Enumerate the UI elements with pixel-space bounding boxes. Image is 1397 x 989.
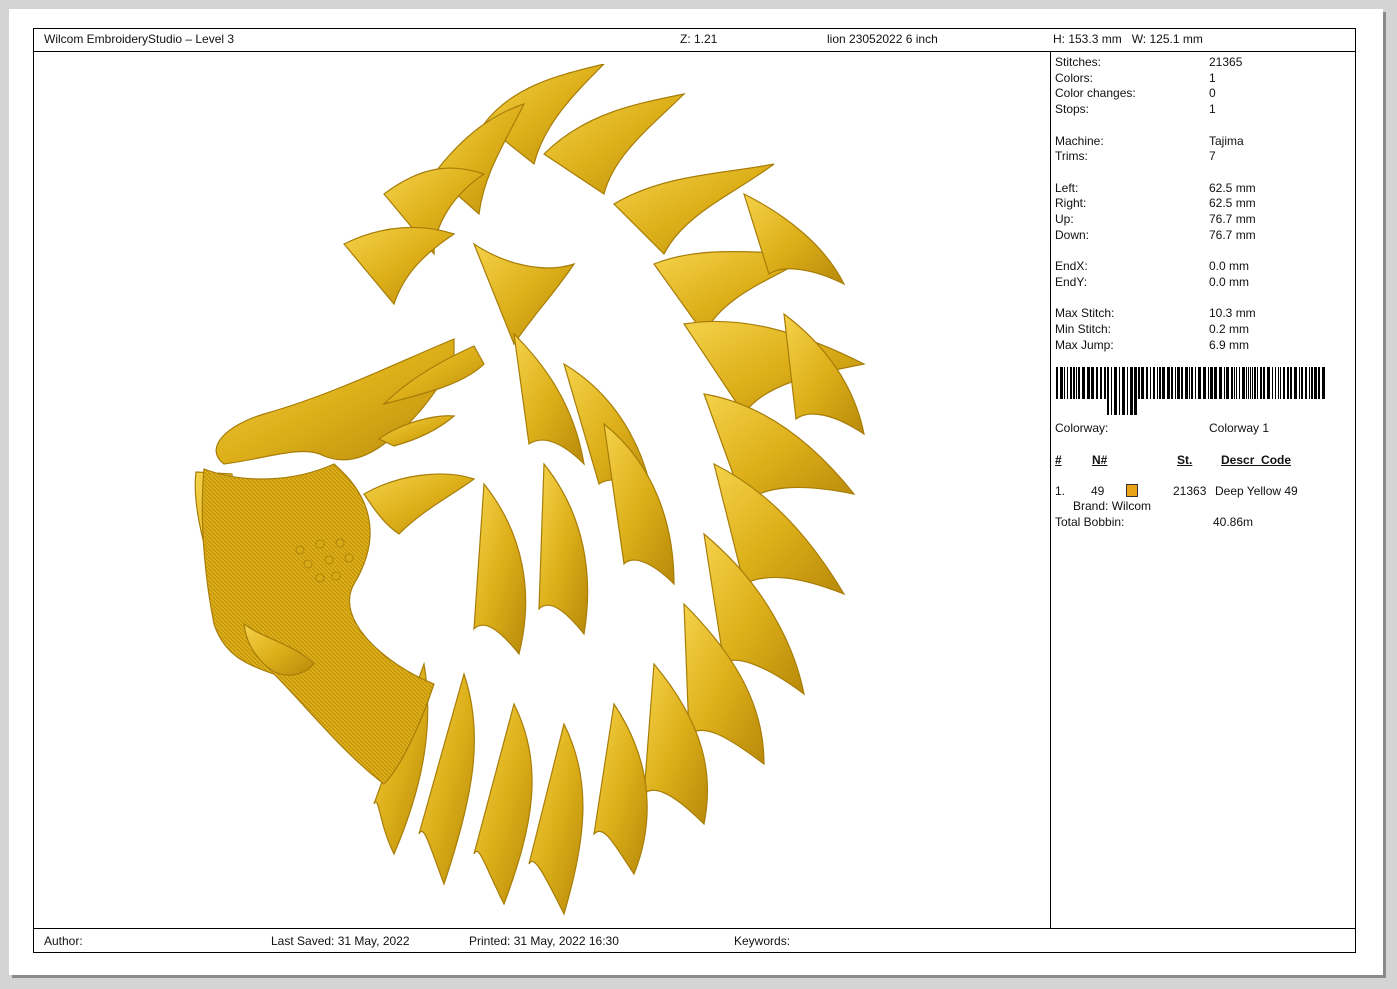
stat-label: EndY: [1055, 274, 1088, 289]
footer-divider [34, 928, 1355, 929]
total-bobbin-label: Total Bobbin: [1055, 515, 1125, 529]
mane-flame [472, 242, 576, 346]
stat-label: Up: [1055, 212, 1074, 226]
color-row-descr: Deep Yellow 49 [1215, 484, 1298, 498]
stat-value: 62.5 mm [1209, 196, 1256, 211]
mane-flame [513, 332, 585, 466]
report-frame: Wilcom EmbroideryStudio – Level 3 Z: 1.2… [33, 28, 1356, 953]
stat-label: Left: [1055, 180, 1079, 195]
footer-author: Author: [44, 934, 83, 948]
mane-flame [343, 226, 456, 306]
mane-flame [603, 422, 675, 586]
stat-value: 0.0 mm [1209, 274, 1250, 289]
col-header-stitches: St. [1177, 453, 1193, 467]
col-header-needle: N# [1092, 453, 1108, 467]
mane-flame [543, 93, 686, 195]
stat-label: Down: [1055, 227, 1090, 242]
stat-value: 21365 [1209, 55, 1243, 69]
col-header-descr: Descr_Code [1221, 453, 1292, 467]
stat-value: 76.7 mm [1209, 227, 1256, 242]
panel-divider [1050, 51, 1051, 928]
stat-value: 62.5 mm [1209, 180, 1256, 195]
footer-last-saved: Last Saved: 31 May, 2022 [271, 934, 410, 948]
thread-color-swatch [1126, 484, 1138, 497]
mane-flame [473, 702, 533, 906]
stat-value: 1 [1209, 70, 1216, 85]
lion-head-embroidery [194, 64, 866, 916]
stat-label: Colors: [1055, 70, 1094, 85]
col-header-num: # [1055, 453, 1062, 467]
color-row-stitches: 21363 [1173, 484, 1207, 498]
stat-value: Tajima [1209, 133, 1244, 148]
stat-label: Trims: [1055, 149, 1088, 164]
stat-label: Right: [1055, 196, 1087, 211]
colorway-value: Colorway 1 [1209, 421, 1270, 435]
stat-label: Max Jump: [1055, 337, 1114, 352]
stat-value: 0.2 mm [1209, 321, 1250, 336]
stat-label: EndX: [1055, 259, 1088, 274]
mane-flame [473, 482, 527, 656]
stat-label: Stitches: [1055, 55, 1102, 69]
colorway-label: Colorway: [1055, 421, 1109, 435]
barcode-icon [1056, 367, 1325, 415]
stat-value: 7 [1209, 149, 1216, 164]
design-dimensions: H: 153.3 mm W: 125.1 mm [1053, 32, 1203, 46]
header-divider [34, 51, 1355, 52]
stat-label: Stops: [1055, 102, 1090, 117]
total-bobbin-value: 40.86m [1213, 515, 1254, 529]
stat-label: Max Stitch: [1055, 306, 1115, 321]
mane-flame [538, 462, 589, 636]
stat-label: Color changes: [1055, 86, 1136, 101]
app-title: Wilcom EmbroideryStudio – Level 3 [44, 32, 235, 46]
stat-label: Machine: [1055, 133, 1104, 148]
stat-value: 6.9 mm [1209, 337, 1250, 352]
design-name: lion 23052022 6 inch [827, 32, 938, 46]
color-row-needle: 49 [1091, 484, 1105, 498]
color-row-brand: Brand: Wilcom [1073, 499, 1152, 513]
footer-keywords: Keywords: [734, 934, 791, 948]
stat-value: 0 [1209, 86, 1216, 101]
mane-flame [528, 722, 584, 916]
stat-value: 10.3 mm [1209, 306, 1256, 321]
print-preview-sheet: Wilcom EmbroideryStudio – Level 3 Z: 1.2… [9, 9, 1383, 975]
stat-label: Min Stitch: [1055, 321, 1112, 336]
stat-value: 0.0 mm [1209, 259, 1250, 274]
zoom-level: Z: 1.21 [680, 32, 718, 46]
stat-value: 76.7 mm [1209, 212, 1256, 226]
mane-flame [593, 702, 648, 876]
stat-value: 1 [1209, 102, 1216, 117]
mane-flame [783, 312, 865, 436]
color-row-num: 1. [1055, 484, 1066, 498]
footer-printed: Printed: 31 May, 2022 16:30 [469, 934, 619, 948]
